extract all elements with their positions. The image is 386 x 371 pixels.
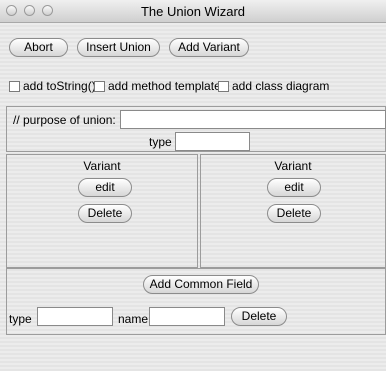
variant-1-edit-button[interactable]: edit xyxy=(78,178,132,197)
common-type-label: type xyxy=(9,312,32,326)
union-type-label: type xyxy=(149,135,172,149)
abort-button[interactable]: Abort xyxy=(9,38,68,57)
variant-2-delete-button[interactable]: Delete xyxy=(267,204,321,223)
add-common-field-button[interactable]: Add Common Field xyxy=(143,275,259,294)
purpose-input[interactable] xyxy=(120,110,386,129)
add-variant-button[interactable]: Add Variant xyxy=(169,38,249,57)
variant-2-edit-button[interactable]: edit xyxy=(267,178,321,197)
insert-union-button[interactable]: Insert Union xyxy=(77,38,160,57)
common-type-input[interactable] xyxy=(37,307,113,326)
option-class-diagram[interactable]: add class diagram xyxy=(218,79,329,93)
title-bar: The Union Wizard xyxy=(0,0,386,23)
common-name-input[interactable] xyxy=(149,307,225,326)
option-tostring[interactable]: add toString() xyxy=(9,79,96,93)
class-diagram-label: add class diagram xyxy=(232,79,330,93)
method-template-checkbox[interactable] xyxy=(94,81,105,92)
tostring-label: add toString() xyxy=(23,79,96,93)
option-method-template[interactable]: add method template xyxy=(94,79,221,93)
variant-2-title: Variant xyxy=(274,159,312,173)
method-template-label: add method template xyxy=(108,79,221,93)
window-title: The Union Wizard xyxy=(140,4,246,19)
variant-1-delete-button[interactable]: Delete xyxy=(78,204,132,223)
purpose-label: // purpose of union: xyxy=(13,113,116,127)
union-type-input[interactable] xyxy=(175,132,250,151)
class-diagram-checkbox[interactable] xyxy=(218,81,229,92)
tostring-checkbox[interactable] xyxy=(9,81,20,92)
variant-1-title: Variant xyxy=(83,159,121,173)
common-delete-button[interactable]: Delete xyxy=(231,307,287,326)
common-name-label: name xyxy=(118,312,149,326)
